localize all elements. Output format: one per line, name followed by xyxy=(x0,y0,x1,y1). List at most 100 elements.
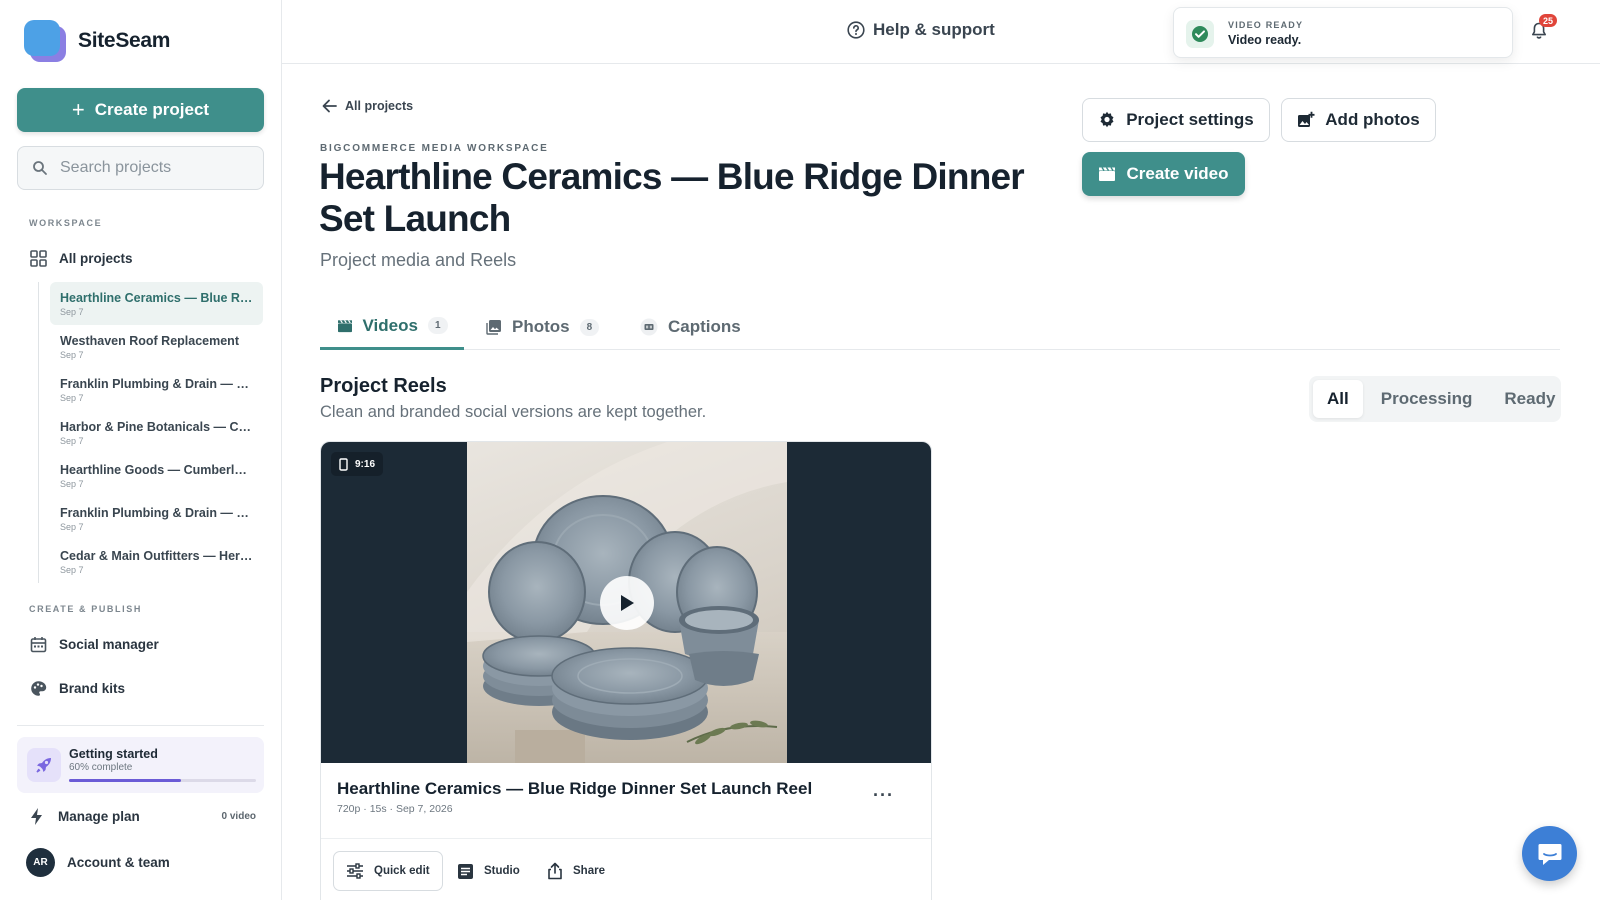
sidebar-item-label: All projects xyxy=(59,251,133,266)
tab-label: Photos xyxy=(512,317,570,336)
project-title: Westhaven Roof Replacement xyxy=(60,334,239,348)
arrow-left-icon xyxy=(322,99,337,113)
share-label: Share xyxy=(573,865,605,877)
project-title: Hearthline Ceramics — Blue Rid… xyxy=(60,291,253,305)
filter-all[interactable]: All xyxy=(1313,380,1363,418)
search-icon xyxy=(33,161,47,175)
palette-icon xyxy=(31,681,47,696)
create-project-label: Create project xyxy=(94,100,210,119)
grid-icon xyxy=(30,250,47,267)
project-item[interactable]: Westhaven Roof Replacement Sep 7 xyxy=(50,325,263,368)
create-project-button[interactable]: + Create project xyxy=(17,88,264,132)
getting-started-progress-text: 60% complete xyxy=(69,762,133,773)
status-filter: All Processing Ready xyxy=(1309,376,1561,422)
tab-captions[interactable]: Captions xyxy=(640,304,741,350)
progress-track xyxy=(69,779,256,782)
sidebar-item-label: Brand kits xyxy=(59,681,126,696)
tab-count: 8 xyxy=(579,318,600,336)
logo-icon xyxy=(24,20,66,62)
play-button[interactable] xyxy=(600,576,654,630)
project-item[interactable]: Hearthline Goods — Cumberlan… Sep 7 xyxy=(50,454,263,497)
video-card: 9:16 Hearthline Ceramics — Blue Ridge Di… xyxy=(320,441,932,900)
back-to-all-projects[interactable]: All projects xyxy=(322,99,413,113)
tab-label: Videos xyxy=(362,315,418,335)
manage-plan-label: Manage plan xyxy=(58,809,140,824)
tab-count: 1 xyxy=(427,317,448,334)
tab-photos[interactable]: Photos 8 xyxy=(486,304,600,350)
manage-plan[interactable]: Manage plan 0 video xyxy=(30,808,256,825)
filter-processing[interactable]: Processing xyxy=(1367,380,1487,418)
toast-message: Video ready. xyxy=(1228,33,1302,47)
project-settings-label: Project settings xyxy=(1126,110,1254,129)
project-date: Sep 7 xyxy=(60,479,84,489)
studio-button[interactable]: Studio xyxy=(457,851,520,891)
play-icon xyxy=(621,595,634,611)
project-date: Sep 7 xyxy=(60,522,84,532)
video-ready-toast[interactable]: VIDEO READY Video ready. xyxy=(1173,7,1513,58)
sidebar-item-social-manager[interactable]: Social manager xyxy=(30,636,159,653)
rocket-icon xyxy=(27,748,61,782)
project-title: Harbor & Pine Botanicals — Coa… xyxy=(60,420,253,434)
sidebar-divider xyxy=(17,725,264,726)
add-photos-label: Add photos xyxy=(1325,110,1420,129)
page-subtitle: Project media and Reels xyxy=(320,250,517,270)
sidebar-item-label: Social manager xyxy=(59,637,159,652)
project-item[interactable]: Hearthline Ceramics — Blue Rid… Sep 7 xyxy=(50,282,263,325)
video-thumbnail[interactable]: 9:16 xyxy=(321,442,931,763)
brand[interactable]: SiteSeam xyxy=(24,20,170,62)
notification-badge: 25 xyxy=(1539,14,1557,27)
sidebar-item-all-projects[interactable]: All projects xyxy=(30,250,133,267)
help-support-link[interactable]: Help & support xyxy=(847,20,995,40)
section-subtitle: Clean and branded social versions are ke… xyxy=(320,403,707,421)
project-item[interactable]: Franklin Plumbing & Drain — Jo… Sep 7 xyxy=(50,368,263,411)
filter-ready[interactable]: Ready xyxy=(1490,380,1569,418)
chat-icon xyxy=(1538,843,1561,865)
plus-icon: + xyxy=(71,97,85,122)
project-date: Sep 7 xyxy=(60,436,84,446)
project-date: Sep 7 xyxy=(60,393,84,403)
video-title[interactable]: Hearthline Ceramics — Blue Ridge Dinner … xyxy=(337,779,812,799)
project-date: Sep 7 xyxy=(60,307,84,317)
quick-edit-button[interactable]: Quick edit xyxy=(333,851,443,891)
clapperboard-icon xyxy=(337,319,352,332)
captions-icon xyxy=(640,318,658,336)
chat-launcher[interactable] xyxy=(1522,826,1577,881)
check-circle-icon xyxy=(1186,20,1214,48)
quick-edit-label: Quick edit xyxy=(374,865,430,877)
add-photos-button[interactable]: Add photos xyxy=(1281,98,1436,142)
getting-started-card[interactable]: Getting started 60% complete xyxy=(17,737,264,793)
project-item[interactable]: Cedar & Main Outfitters — Herit… Sep 7 xyxy=(50,540,263,583)
project-item[interactable]: Franklin Plumbing & Drain — W… Sep 7 xyxy=(50,497,263,540)
add-photo-icon xyxy=(1298,111,1315,127)
app-name: SiteSeam xyxy=(78,29,171,52)
getting-started-title: Getting started xyxy=(69,747,158,761)
phone-icon xyxy=(339,457,348,471)
studio-label: Studio xyxy=(484,865,520,877)
project-title: Hearthline Goods — Cumberlan… xyxy=(60,463,253,477)
calendar-icon xyxy=(30,637,47,653)
account-team[interactable]: AR Account & team xyxy=(26,848,170,877)
share-button[interactable]: Share xyxy=(547,851,605,891)
project-item[interactable]: Harbor & Pine Botanicals — Coa… Sep 7 xyxy=(50,411,263,454)
plan-video-count: 0 video xyxy=(221,811,256,822)
sidebar-item-brand-kits[interactable]: Brand kits xyxy=(30,680,125,697)
project-settings-button[interactable]: Project settings xyxy=(1082,98,1270,142)
page-title: Hearthline Ceramics — Blue Ridge Dinner … xyxy=(319,156,1025,239)
create-video-label: Create video xyxy=(1126,164,1229,183)
project-title: Franklin Plumbing & Drain — Jo… xyxy=(60,377,253,391)
toast-label: VIDEO READY xyxy=(1228,20,1304,30)
account-label: Account & team xyxy=(67,855,170,870)
video-meta: 720p · 15s · Sep 7, 2026 xyxy=(337,803,453,815)
create-video-button[interactable]: Create video xyxy=(1082,152,1245,196)
card-divider xyxy=(321,838,931,839)
tab-videos[interactable]: Videos 1 xyxy=(320,304,464,350)
progress-fill xyxy=(69,779,182,782)
workspace-section-label: WORKSPACE xyxy=(29,218,103,228)
lightning-icon xyxy=(31,808,42,825)
share-icon xyxy=(548,862,562,880)
search-input[interactable] xyxy=(60,159,240,177)
more-options-icon[interactable]: ··· xyxy=(873,785,894,806)
tab-label: Captions xyxy=(668,317,741,336)
project-title: Cedar & Main Outfitters — Herit… xyxy=(60,549,253,563)
photos-icon xyxy=(486,320,501,335)
